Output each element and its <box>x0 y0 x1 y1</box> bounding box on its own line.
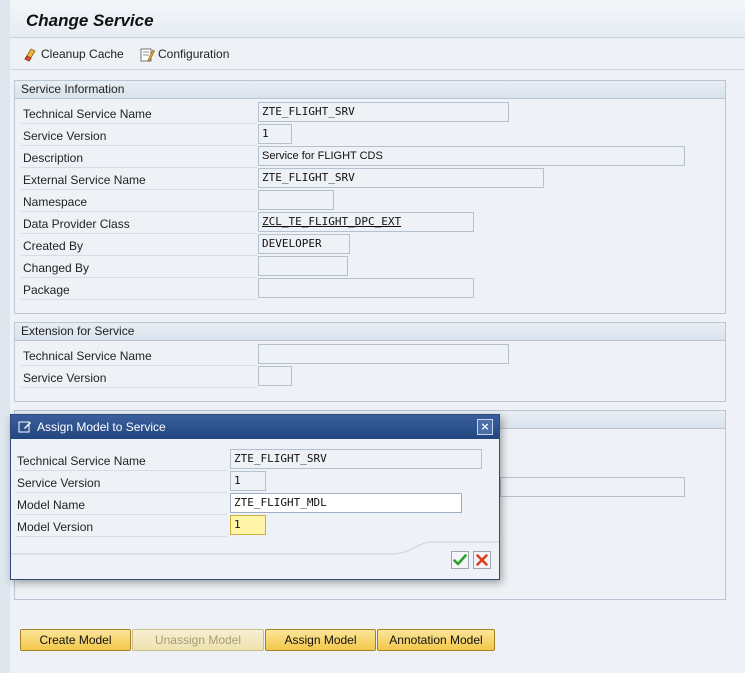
cleanup-cache-label: Cleanup Cache <box>41 47 124 61</box>
row-description: Description <box>21 147 257 168</box>
assign-model-dialog: Assign Model to Service × Technical Serv… <box>10 414 500 580</box>
page-title: Change Service <box>26 11 154 30</box>
dialog-title: Assign Model to Service <box>37 420 166 434</box>
changed-by-field[interactable] <box>258 256 348 276</box>
row-namespace: Namespace <box>21 191 257 212</box>
cleanup-cache-button[interactable]: Cleanup Cache <box>22 46 124 62</box>
row-extension-service-version: Service Version <box>21 367 257 388</box>
dialog-row-model-version: Model Version <box>15 516 227 537</box>
dialog-title-bar: Assign Model to Service × <box>11 415 499 439</box>
unassign-model-button[interactable]: Unassign Model <box>132 629 264 651</box>
dialog-row-technical-service-name: Technical Service Name <box>15 450 227 471</box>
extension-service-version-field[interactable] <box>258 366 292 386</box>
dialog-row-service-version: Service Version <box>15 472 227 493</box>
row-service-version: Service Version <box>21 125 257 146</box>
row-created-by: Created By <box>21 235 257 256</box>
extension-technical-service-name-field[interactable] <box>258 344 509 364</box>
service-version-field[interactable]: 1 <box>258 124 292 144</box>
cancel-button[interactable] <box>473 551 491 569</box>
annotation-model-button[interactable]: Annotation Model <box>377 629 495 651</box>
external-service-name-field[interactable]: ZTE_FLIGHT_SRV <box>258 168 544 188</box>
model-version-input[interactable]: 1 <box>230 515 266 535</box>
group-header: Extension for Service <box>15 323 725 341</box>
description-field[interactable]: Service for FLIGHT CDS <box>258 146 685 166</box>
create-model-button[interactable]: Create Model <box>20 629 131 651</box>
title-bar: Change Service <box>10 0 745 38</box>
configuration-button[interactable]: Configuration <box>139 46 229 62</box>
row-external-service-name: External Service Name <box>21 169 257 190</box>
configuration-label: Configuration <box>158 47 230 61</box>
toolbar: Cleanup Cache Configuration <box>10 38 745 70</box>
technical-service-name-field[interactable]: ZTE_FLIGHT_SRV <box>258 102 509 122</box>
dialog-edit-icon <box>18 421 31 433</box>
dialog-close-button[interactable]: × <box>477 419 493 435</box>
row-package: Package <box>21 279 257 300</box>
package-field[interactable] <box>258 278 474 298</box>
cancel-x-icon <box>476 554 488 566</box>
created-by-field[interactable]: DEVELOPER <box>258 234 350 254</box>
dialog-technical-service-name-field[interactable]: ZTE_FLIGHT_SRV <box>230 449 482 469</box>
eraser-icon <box>24 48 36 62</box>
hidden-field <box>500 477 685 497</box>
dialog-footer <box>11 541 499 579</box>
configuration-icon <box>140 48 155 62</box>
assign-model-button[interactable]: Assign Model <box>265 629 376 651</box>
data-provider-class-link[interactable]: ZCL_TE_FLIGHT_DPC_EXT <box>258 212 474 232</box>
row-technical-service-name: Technical Service Name <box>21 103 257 124</box>
namespace-field[interactable] <box>258 190 334 210</box>
row-extension-technical-service-name: Technical Service Name <box>21 345 257 366</box>
extension-for-service-group: Extension for Service Technical Service … <box>14 322 726 402</box>
service-information-group: Service Information Technical Service Na… <box>14 80 726 314</box>
footer-divider <box>11 541 499 555</box>
checkmark-icon <box>453 554 467 566</box>
model-name-input[interactable]: ZTE_FLIGHT_MDL <box>230 493 462 513</box>
row-data-provider-class: Data Provider Class <box>21 213 257 234</box>
confirm-button[interactable] <box>451 551 469 569</box>
dialog-service-version-field[interactable]: 1 <box>230 471 266 491</box>
row-changed-by: Changed By <box>21 257 257 278</box>
dialog-row-model-name: Model Name <box>15 494 227 515</box>
group-header: Service Information <box>15 81 725 99</box>
